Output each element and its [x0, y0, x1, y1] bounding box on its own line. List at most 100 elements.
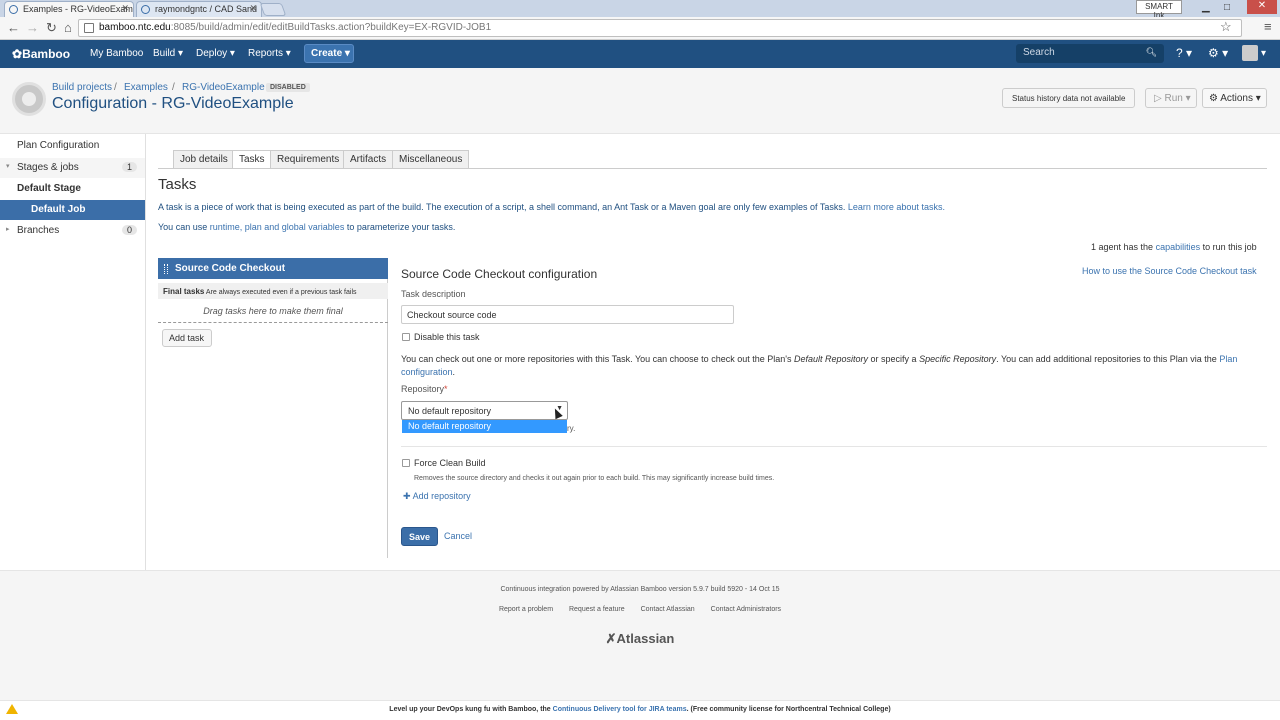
task-list: Source Code Checkout Final tasks Are alw… — [158, 258, 388, 558]
task-item-source-code-checkout[interactable]: Source Code Checkout — [158, 258, 388, 279]
howto-link[interactable]: How to use the Source Code Checkout task — [1082, 266, 1257, 276]
task-description-input[interactable]: Checkout source code — [401, 305, 734, 324]
license-banner: Level up your DevOps kung fu with Bamboo… — [0, 700, 1280, 720]
plan-avatar-icon — [12, 82, 46, 116]
sidebar-item-stages-jobs[interactable]: ▾ Stages & jobs 1 — [0, 158, 145, 178]
tasks-description: A task is a piece of work that is being … — [158, 202, 945, 212]
bamboo-logo-icon: ✿ — [12, 47, 23, 61]
tab-artifacts[interactable]: Artifacts — [343, 150, 394, 168]
add-task-button[interactable]: Add task — [162, 329, 212, 347]
atlassian-logo[interactable]: ✗Atlassian — [0, 631, 1280, 647]
back-icon[interactable]: ← — [7, 20, 20, 35]
chevron-down-icon: ▾ — [6, 163, 10, 170]
chevron-right-icon: ▸ — [6, 226, 10, 233]
breadcrumb-plan[interactable]: RG-VideoExample — [182, 82, 265, 93]
final-tasks-dropzone[interactable]: Drag tasks here to make them final — [158, 301, 388, 323]
final-tasks-bar: Final tasks Are always executed even if … — [158, 283, 388, 299]
close-tab-icon[interactable]: ✕ — [249, 3, 257, 14]
sidebar-item-default-job[interactable]: Default Job — [0, 200, 145, 220]
page-title: Configuration - RG-VideoExample — [52, 95, 294, 112]
url-input[interactable]: bamboo.ntc.edu:8085/build/admin/edit/edi… — [78, 19, 1242, 37]
bamboo-logo[interactable]: ✿Bamboo — [12, 47, 70, 61]
nav-build[interactable]: Build ▾ — [153, 48, 183, 59]
agent-capabilities-note: 1 agent has the capabilities to run this… — [1091, 242, 1257, 252]
report-problem-link[interactable]: Report a problem — [499, 606, 553, 613]
nav-my-bamboo[interactable]: My Bamboo — [90, 48, 143, 59]
tab-requirements[interactable]: Requirements — [270, 150, 347, 168]
page-info-icon[interactable] — [84, 23, 94, 33]
sidebar-item-default-stage[interactable]: Default Stage — [0, 179, 145, 199]
config-title: Source Code Checkout configuration — [401, 267, 598, 281]
request-feature-link[interactable]: Request a feature — [569, 606, 625, 613]
tab-miscellaneous[interactable]: Miscellaneous — [392, 150, 470, 168]
footer-links: Report a problem Request a feature Conta… — [0, 606, 1280, 613]
browser-tab-label: Examples - RG-VideoExam — [23, 4, 133, 14]
tab-job-details[interactable]: Job details — [173, 150, 235, 168]
variables-link[interactable]: runtime, plan and global variables — [210, 222, 345, 232]
cog-icon: ⚙ — [1209, 93, 1218, 104]
plus-icon: ✚ — [403, 491, 411, 501]
status-history-button[interactable]: Status history data not available — [1002, 88, 1135, 108]
footer: Continuous integration powered by Atlass… — [0, 570, 1280, 700]
user-avatar[interactable] — [1242, 45, 1258, 61]
capabilities-link[interactable]: capabilities — [1156, 242, 1201, 252]
cancel-link[interactable]: Cancel — [444, 531, 472, 541]
search-icon: 🔍︎ — [1145, 47, 1157, 57]
reload-icon[interactable]: ↻ — [46, 20, 57, 36]
run-button[interactable]: ▷ Run ▾ — [1145, 88, 1197, 108]
address-bar: ← → ↻ ⌂ bamboo.ntc.edu:8085/build/admin/… — [0, 17, 1280, 40]
repo-favicon-icon — [141, 5, 150, 14]
learn-more-link[interactable]: Learn more about tasks. — [848, 202, 945, 212]
contact-atlassian-link[interactable]: Contact Atlassian — [641, 606, 695, 613]
contact-admins-link[interactable]: Contact Administrators — [711, 606, 781, 613]
plan-sidebar: Plan Configuration ▾ Stages & jobs 1 Def… — [0, 134, 146, 570]
breadcrumb-separator: / — [114, 82, 117, 93]
browser-tab-cad[interactable]: raymondgntc / CAD Sand ✕ — [136, 1, 262, 17]
sidebar-item-branches[interactable]: ▸ Branches 0 — [0, 221, 145, 241]
continuous-delivery-link[interactable]: Continuous Delivery tool for JIRA teams — [553, 706, 687, 713]
drag-handle-icon[interactable] — [164, 264, 168, 274]
breadcrumb-examples[interactable]: Examples — [124, 82, 168, 93]
browser-tab-examples[interactable]: Examples - RG-VideoExam ✕ — [4, 1, 134, 17]
repository-label: Repository* — [401, 384, 448, 394]
smart-ink-widget[interactable]: SMART Ink — [1136, 0, 1182, 20]
save-button[interactable]: Save — [401, 527, 438, 546]
breadcrumb-separator: / — [172, 82, 175, 93]
force-clean-note: Removes the source directory and checks … — [414, 475, 775, 482]
stages-count-badge: 1 — [121, 162, 137, 172]
repository-info: You can check out one or more repositori… — [401, 354, 1238, 377]
search-input[interactable]: Search 🔍︎ — [1016, 44, 1164, 63]
repository-select[interactable]: No default repository ▼ — [401, 401, 568, 420]
browser-tab-strip: Examples - RG-VideoExam ✕ raymondgntc / … — [0, 0, 1280, 20]
play-icon: ▷ — [1154, 93, 1162, 104]
branches-count-badge: 0 — [121, 225, 137, 235]
minimize-icon[interactable]: ▁ — [1202, 2, 1210, 13]
window-close-icon[interactable]: ✕ — [1247, 0, 1277, 14]
divider — [401, 446, 1267, 447]
breadcrumb-build-projects[interactable]: Build projects — [52, 82, 112, 93]
add-repository-link[interactable]: ✚ Add repository — [403, 491, 471, 502]
browser-menu-icon[interactable]: ≡ — [1264, 19, 1272, 34]
nav-reports[interactable]: Reports ▾ — [248, 48, 291, 59]
url-host: bamboo.ntc.edu — [99, 22, 171, 33]
maximize-icon[interactable]: □ — [1224, 2, 1230, 13]
force-clean-checkbox[interactable] — [402, 459, 410, 467]
browser-tab-label: raymondgntc / CAD Sand — [155, 4, 258, 14]
forward-icon[interactable]: → — [26, 20, 39, 35]
disabled-lozenge: DISABLED — [266, 83, 310, 92]
close-tab-icon[interactable]: ✕ — [121, 3, 129, 14]
bookmark-star-icon[interactable]: ☆ — [1220, 19, 1232, 35]
disable-task-checkbox[interactable] — [402, 333, 410, 341]
home-icon[interactable]: ⌂ — [64, 20, 72, 35]
settings-gear-icon[interactable]: ⚙ ▾ — [1208, 46, 1228, 60]
new-tab-button[interactable] — [259, 3, 287, 16]
sidebar-item-plan-configuration[interactable]: Plan Configuration — [0, 136, 145, 156]
actions-button[interactable]: ⚙ Actions ▾ — [1202, 88, 1267, 108]
repository-option[interactable]: No default repository — [402, 420, 567, 433]
avatar-dropdown-icon[interactable]: ▾ — [1261, 48, 1266, 59]
help-icon[interactable]: ? ▾ — [1176, 46, 1192, 60]
create-button[interactable]: Create ▾ — [304, 44, 354, 63]
tab-tasks[interactable]: Tasks — [232, 150, 272, 169]
nav-deploy[interactable]: Deploy ▾ — [196, 48, 235, 59]
task-description-label: Task description — [401, 289, 466, 299]
